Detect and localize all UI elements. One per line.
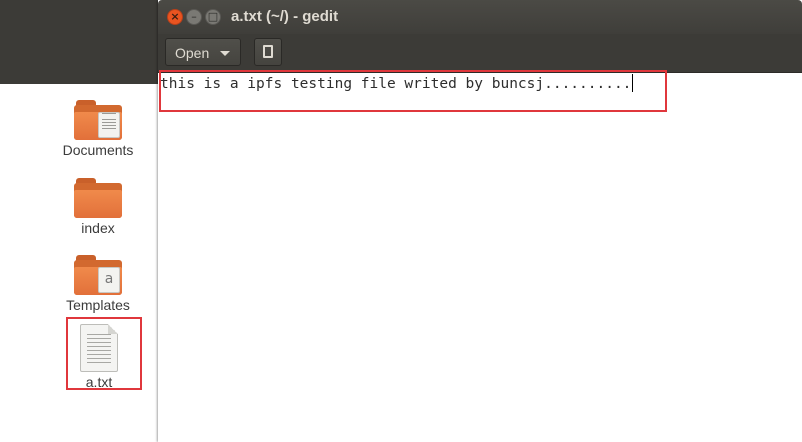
highlight-box-text <box>159 70 667 112</box>
desktop-icon-documents[interactable]: Documents <box>48 100 148 158</box>
new-tab-icon <box>263 45 273 58</box>
chevron-down-icon <box>220 51 230 56</box>
new-tab-button[interactable] <box>254 38 282 66</box>
open-button[interactable]: Open <box>165 38 241 66</box>
highlight-box-file-icon <box>66 317 142 390</box>
desktop-icon-index[interactable]: index <box>48 178 148 236</box>
minimize-button[interactable]: – <box>186 9 202 25</box>
close-button[interactable]: × <box>167 9 183 25</box>
folder-icon <box>74 178 122 218</box>
desktop-icon-label: Templates <box>66 297 130 313</box>
text-editor-area[interactable]: this is a ipfs testing file writed by bu… <box>158 73 802 442</box>
window-title: a.txt (~/) - gedit <box>231 8 339 25</box>
folder-documents-icon <box>74 100 122 140</box>
title-bar[interactable]: × – □ a.txt (~/) - gedit <box>158 0 802 34</box>
header-bar: Open <box>158 34 802 73</box>
desktop-icon-label: Documents <box>62 142 134 158</box>
gedit-window: × – □ a.txt (~/) - gedit Open this is a … <box>158 0 802 442</box>
open-button-label: Open <box>175 45 210 61</box>
desktop-icon-label: index <box>81 220 115 236</box>
maximize-button[interactable]: □ <box>205 9 221 25</box>
folder-templates-icon: a <box>74 255 122 295</box>
desktop-icon-templates[interactable]: a Templates <box>48 255 148 313</box>
